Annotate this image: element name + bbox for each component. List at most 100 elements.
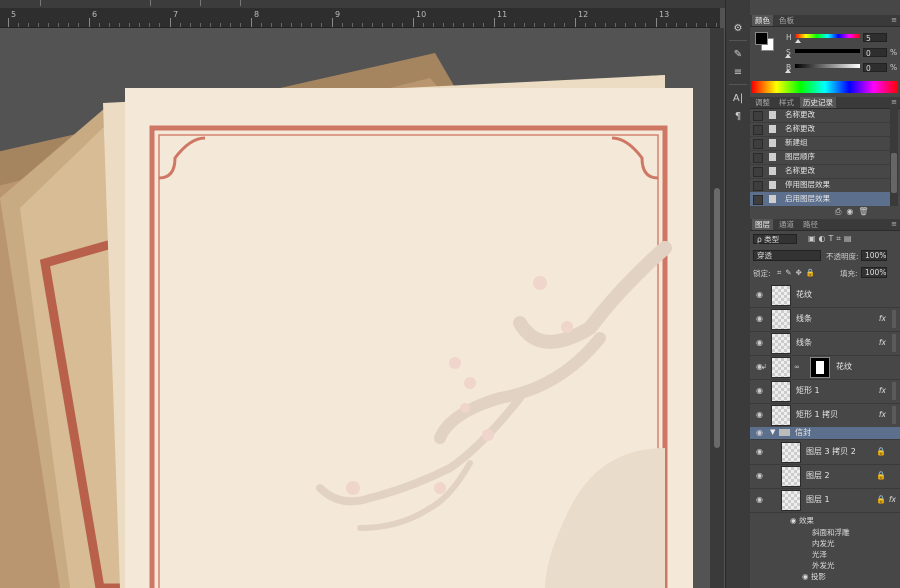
layer-name[interactable]: 图层 3 拷贝 2 bbox=[806, 440, 856, 464]
history-actions[interactable]: ⎙◉🗑 bbox=[835, 207, 874, 217]
layer-effect-item[interactable]: 内发光 bbox=[812, 538, 835, 549]
layer-group-row[interactable]: ◉ ▼ 信封 bbox=[750, 427, 900, 440]
fill-field[interactable]: 100% bbox=[861, 267, 887, 278]
effects-eye-icon[interactable]: ◉ bbox=[790, 516, 799, 525]
layer-row[interactable]: ◉ 线条 fx bbox=[750, 331, 900, 356]
layer-name[interactable]: 花纹 bbox=[836, 355, 852, 379]
layer-name[interactable]: 线条 bbox=[796, 331, 812, 355]
layer-name[interactable]: 花纹 bbox=[796, 283, 812, 307]
history-brush-checkbox[interactable] bbox=[753, 153, 763, 163]
brightness-value-field[interactable]: 0 bbox=[863, 63, 887, 73]
layer-filter-select[interactable]: ρ 类型 bbox=[753, 234, 797, 244]
visibility-eye-icon[interactable]: ◉ bbox=[754, 386, 765, 395]
layer-effect-item[interactable]: 光泽 bbox=[812, 549, 827, 560]
layer-effects-fx-icon[interactable]: fx bbox=[879, 403, 886, 427]
history-item[interactable]: 名称更改 bbox=[750, 108, 890, 123]
saturation-value-field[interactable]: 0 bbox=[863, 48, 887, 58]
tab-history[interactable]: 历史记录 bbox=[800, 97, 836, 108]
layer-row[interactable]: ◉ 线条 fx bbox=[750, 307, 900, 332]
brush-tool-icon[interactable]: ✎ bbox=[730, 48, 746, 62]
ruler-tick bbox=[443, 23, 444, 27]
layer-name[interactable]: 线条 bbox=[796, 307, 812, 331]
layer-name[interactable]: 图层 2 bbox=[806, 464, 830, 488]
history-item[interactable]: 启用图层效果 bbox=[750, 192, 890, 206]
history-brush-checkbox[interactable] bbox=[753, 181, 763, 191]
tab-styles[interactable]: 样式 bbox=[776, 97, 797, 108]
history-item[interactable]: 图层顺序 bbox=[750, 150, 890, 165]
layer-row[interactable]: ◉ 图层 2 🔒 bbox=[750, 464, 900, 489]
layer-filter-icons[interactable]: ▣◐T⌗▤ bbox=[808, 234, 855, 244]
saturation-slider-thumb[interactable] bbox=[785, 54, 791, 58]
visibility-eye-icon[interactable]: ◉ bbox=[754, 428, 765, 437]
visibility-eye-icon[interactable]: ◉ bbox=[754, 495, 765, 504]
layer-row[interactable]: ◉ ∞ ↲ 花纹 bbox=[750, 355, 900, 380]
history-panel-icon[interactable]: ⚙ bbox=[730, 22, 746, 36]
lock-icons[interactable]: ⌗✎✥🔒 bbox=[777, 268, 819, 278]
ruler-tick bbox=[676, 23, 677, 27]
opacity-field[interactable]: 100% bbox=[861, 250, 887, 261]
layer-name[interactable]: 矩形 1 bbox=[796, 379, 820, 403]
layer-effect-item[interactable]: 斜面和浮雕 bbox=[812, 527, 850, 538]
visibility-eye-icon[interactable]: ◉ bbox=[754, 471, 765, 480]
blend-mode-select[interactable]: 穿透 bbox=[753, 250, 821, 261]
ruler-tick bbox=[463, 23, 464, 27]
layer-thumbnail-icon bbox=[771, 405, 791, 426]
history-item[interactable]: 名称更改 bbox=[750, 164, 890, 179]
layer-effect-item[interactable]: 外发光 bbox=[812, 560, 835, 571]
panel-menu-icon[interactable]: ≡ bbox=[891, 15, 897, 26]
panel-menu-icon[interactable]: ≡ bbox=[891, 219, 897, 230]
layer-effects-fx-icon[interactable]: fx bbox=[879, 331, 886, 355]
visibility-eye-icon[interactable]: ◉ bbox=[754, 290, 765, 299]
layer-effects-fx-icon[interactable]: fx bbox=[879, 379, 886, 403]
layer-row[interactable]: ◉ 图层 3 拷贝 2 🔒 bbox=[750, 440, 900, 465]
visibility-eye-icon[interactable]: ◉ bbox=[754, 314, 765, 323]
history-item[interactable]: 停用图层效果 bbox=[750, 178, 890, 193]
effects-label[interactable]: ◉ 效果 bbox=[790, 515, 814, 526]
history-brush-checkbox[interactable] bbox=[753, 125, 763, 135]
layer-row[interactable]: ◉ 矩形 1 fx bbox=[750, 379, 900, 404]
color-spectrum-bar[interactable] bbox=[752, 81, 898, 93]
document-canvas[interactable] bbox=[0, 28, 710, 588]
brightness-slider-thumb[interactable] bbox=[785, 69, 791, 73]
history-brush-checkbox[interactable] bbox=[753, 195, 763, 205]
group-expand-chevron-icon[interactable]: ▼ bbox=[770, 428, 775, 436]
history-brush-checkbox[interactable] bbox=[753, 167, 763, 177]
tab-color[interactable]: 颜色 bbox=[752, 15, 773, 26]
layer-row[interactable]: ◉ 花纹 bbox=[750, 283, 900, 308]
layer-mask-thumbnail[interactable] bbox=[810, 357, 830, 378]
brightness-slider[interactable] bbox=[795, 64, 860, 68]
visibility-eye-icon[interactable]: ◉ bbox=[754, 410, 765, 419]
foreground-color-swatch[interactable] bbox=[755, 32, 768, 45]
visibility-eye-icon[interactable]: ◉ bbox=[754, 447, 765, 456]
saturation-slider[interactable] bbox=[795, 49, 860, 53]
layer-row[interactable]: ◉ 图层 1 🔒 fx bbox=[750, 488, 900, 513]
brush-preset-icon[interactable]: ≡ bbox=[730, 66, 746, 80]
history-item[interactable]: 名称更改 bbox=[750, 122, 890, 137]
hue-slider[interactable] bbox=[795, 34, 860, 38]
visibility-eye-icon[interactable]: ◉ bbox=[754, 338, 765, 347]
layer-row[interactable]: ◉ 矩形 1 拷贝 fx bbox=[750, 403, 900, 428]
effect-eye-icon[interactable]: ◉ bbox=[802, 572, 811, 581]
history-brush-checkbox[interactable] bbox=[753, 139, 763, 149]
paragraph-icon[interactable]: ¶ bbox=[730, 110, 746, 124]
history-scrollbar[interactable] bbox=[890, 108, 898, 206]
scroll-thumb[interactable] bbox=[714, 188, 720, 448]
layer-effect-item[interactable]: ◉ 投影 bbox=[802, 571, 826, 582]
tab-paths[interactable]: 路径 bbox=[800, 219, 821, 230]
tab-swatches[interactable]: 色板 bbox=[776, 15, 797, 26]
layer-name[interactable]: 矩形 1 拷贝 bbox=[796, 403, 838, 427]
layer-effects-fx-icon[interactable]: fx bbox=[879, 307, 886, 331]
tab-layers[interactable]: 图层 bbox=[752, 219, 773, 230]
layer-effects-fx-icon[interactable]: fx bbox=[889, 488, 896, 512]
tab-adjustments[interactable]: 调整 bbox=[752, 97, 773, 108]
history-item[interactable]: 新建组 bbox=[750, 136, 890, 151]
group-name[interactable]: 信封 bbox=[795, 427, 811, 439]
panel-menu-icon[interactable]: ≡ bbox=[891, 97, 897, 108]
history-brush-checkbox[interactable] bbox=[753, 111, 763, 121]
tab-channels[interactable]: 通道 bbox=[776, 219, 797, 230]
canvas-vertical-scrollbar[interactable] bbox=[710, 28, 724, 588]
character-icon[interactable]: A| bbox=[730, 92, 746, 106]
layer-name[interactable]: 图层 1 bbox=[806, 488, 830, 512]
hue-value-field[interactable]: 5 bbox=[863, 33, 887, 43]
hue-slider-thumb[interactable] bbox=[795, 39, 801, 43]
